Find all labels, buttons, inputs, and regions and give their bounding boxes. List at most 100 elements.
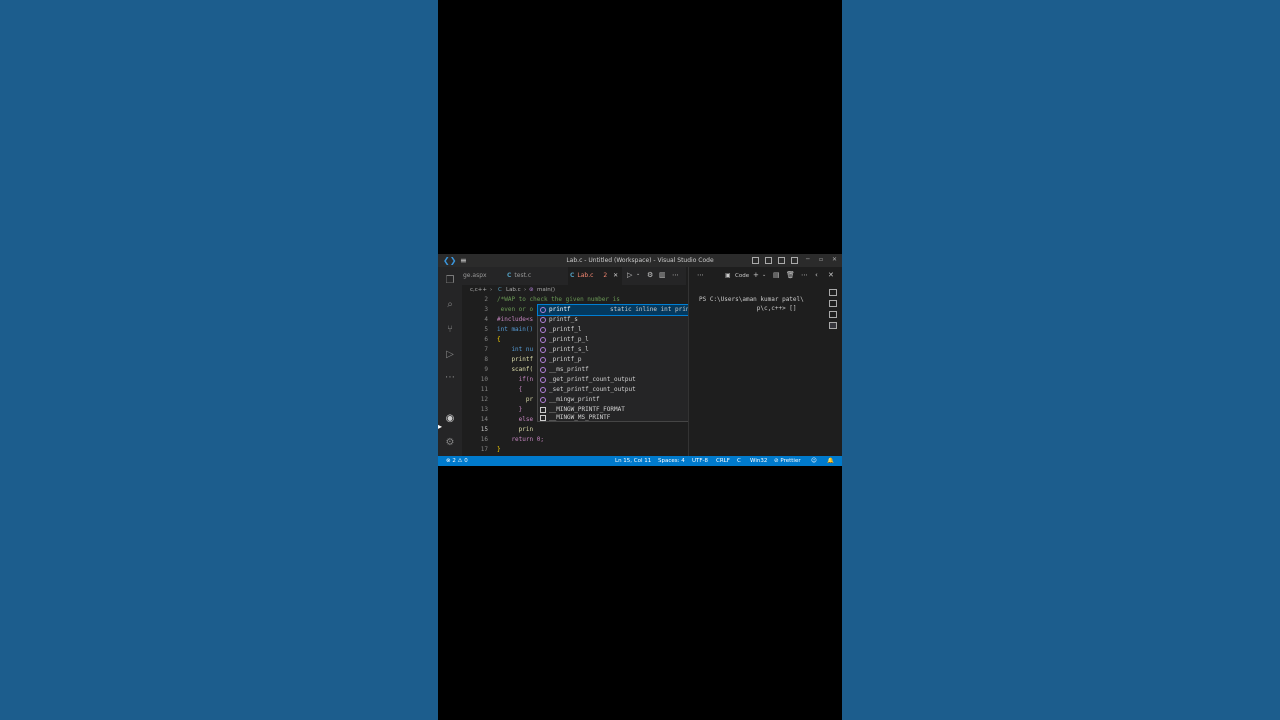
- chevron-down-icon[interactable]: ⌄: [636, 271, 640, 277]
- mouse-cursor-icon: ▸: [438, 422, 443, 431]
- terminal-list: [825, 289, 842, 339]
- breadcrumb-folder[interactable]: c,c++: [470, 285, 487, 295]
- minimize-button[interactable]: ─: [806, 256, 810, 263]
- terminal-panel: ⋯ ▣ Code + ⌄ ▤ 🗑 ⋯ ‹ ✕ PS C:\Users\aman …: [688, 267, 842, 456]
- terminal-icon: ▣: [725, 272, 731, 279]
- terminal-output[interactable]: PS C:\Users\aman kumar patel\ p\c,c++> […: [699, 295, 817, 313]
- function-symbol-icon: [540, 377, 546, 383]
- encoding-status[interactable]: UTF-8: [692, 456, 708, 466]
- tab-lab-c[interactable]: C Lab.c 2 ✕: [568, 267, 622, 285]
- terminal-instance-icon[interactable]: [829, 300, 837, 307]
- title-bar: ❮❯ ≡ Lab.c - Untitled (Workspace) - Visu…: [438, 254, 842, 267]
- toggle-sidebar-icon[interactable]: [752, 257, 759, 264]
- line-number: 15: [480, 426, 488, 433]
- background-right: [842, 0, 1280, 720]
- function-symbol-icon: [540, 337, 546, 343]
- split-terminal-icon[interactable]: ▤: [773, 271, 780, 279]
- more-icon[interactable]: ⋯: [697, 271, 704, 279]
- line-number: 2: [484, 296, 488, 303]
- code-line: scanf(: [497, 366, 534, 373]
- run-debug-icon[interactable]: ▷: [444, 349, 456, 361]
- vscode-window: ❮❯ ≡ Lab.c - Untitled (Workspace) - Visu…: [438, 254, 842, 466]
- settings-gear-icon[interactable]: ⚙: [444, 437, 456, 449]
- more-actions-icon[interactable]: ⋯: [801, 271, 808, 279]
- keyword-icon: [540, 415, 546, 421]
- toggle-secondary-sidebar-icon[interactable]: [778, 257, 785, 264]
- tab-label: test.c: [514, 272, 532, 279]
- line-number: 11: [480, 386, 488, 393]
- toggle-panel-icon[interactable]: [765, 257, 772, 264]
- notifications-bell-icon[interactable]: 🔔: [827, 456, 834, 466]
- tab-test-c[interactable]: Ctest.c: [506, 267, 567, 285]
- chevron-left-icon[interactable]: ‹: [815, 271, 818, 279]
- search-icon[interactable]: ⌕: [444, 299, 456, 311]
- code-line: prin: [497, 426, 534, 433]
- maximize-button[interactable]: ▫: [819, 256, 823, 263]
- tab-ge-aspx[interactable]: ge.aspx: [462, 267, 505, 285]
- chevron-down-icon[interactable]: ⌄: [762, 272, 766, 278]
- line-number: 9: [484, 366, 488, 373]
- function-symbol-icon: [540, 307, 546, 313]
- code-line: {: [497, 386, 523, 393]
- run-icon[interactable]: ▷: [627, 271, 632, 279]
- breadcrumb-symbol[interactable]: main(): [537, 285, 555, 295]
- line-number: 6: [484, 336, 488, 343]
- function-symbol-icon: [540, 327, 546, 333]
- code-line: int main(): [497, 326, 534, 333]
- status-bar: ⊗ 2 ⚠ 0 Ln 15, Col 11 Spaces: 4 UTF-8 CR…: [438, 456, 842, 466]
- function-symbol-icon: [540, 367, 546, 373]
- code-line: if(n: [497, 376, 534, 383]
- editor-tabs: ge.aspx Ctest.c C Lab.c 2 ✕ ▷ ⌄ ⚙ ▥ ⋯: [462, 267, 686, 285]
- terminal-instance-icon[interactable]: [829, 289, 837, 296]
- customize-layout-icon[interactable]: [791, 257, 798, 264]
- function-symbol-icon: [540, 357, 546, 363]
- breadcrumb: c,c++ › C Lab.c › ⊛ main(): [462, 285, 686, 295]
- line-number: 3: [484, 306, 488, 313]
- code-line: else: [497, 416, 534, 423]
- language-mode[interactable]: C: [737, 456, 741, 466]
- code-line: return 0;: [497, 436, 544, 443]
- line-number: 4: [484, 316, 488, 323]
- eol-status[interactable]: CRLF: [716, 456, 730, 466]
- c-file-icon: C: [507, 272, 512, 279]
- code-line: pr: [497, 396, 534, 403]
- code-line: {: [497, 336, 501, 343]
- account-icon[interactable]: ◉: [444, 413, 456, 425]
- split-editor-icon[interactable]: ▥: [659, 271, 666, 279]
- settings-gear-icon[interactable]: ⚙: [647, 271, 653, 279]
- chevron-right-icon: ›: [524, 287, 527, 293]
- close-tab-icon[interactable]: ✕: [613, 272, 618, 279]
- line-number: 7: [484, 346, 488, 353]
- close-panel-icon[interactable]: ✕: [828, 271, 834, 279]
- line-number: 17: [480, 446, 488, 453]
- tab-label: ge.aspx: [463, 272, 487, 279]
- platform-status[interactable]: Win32: [750, 456, 767, 466]
- function-symbol-icon: [540, 387, 546, 393]
- background-left: [0, 0, 438, 720]
- add-terminal-icon[interactable]: +: [753, 271, 759, 279]
- terminal-name[interactable]: Code: [735, 273, 749, 279]
- explorer-icon[interactable]: ❐: [444, 275, 456, 287]
- source-control-icon[interactable]: ⑂: [444, 324, 456, 336]
- code-line: even or o: [497, 306, 534, 313]
- accounts-icon[interactable]: ☺: [811, 456, 817, 466]
- problem-count-badge: 2: [603, 272, 608, 279]
- indentation-status[interactable]: Spaces: 4: [658, 456, 685, 466]
- more-actions-icon[interactable]: ⋯: [672, 271, 679, 279]
- prettier-status[interactable]: ⊘ Prettier: [774, 456, 801, 466]
- terminal-instance-icon[interactable]: [829, 322, 837, 329]
- code-line: }: [497, 446, 501, 453]
- problems-status[interactable]: ⊗ 2 ⚠ 0: [446, 456, 468, 466]
- code-line: printf: [497, 356, 534, 363]
- terminal-instance-icon[interactable]: [829, 311, 837, 318]
- cursor-position[interactable]: Ln 15, Col 11: [615, 456, 651, 466]
- more-icon[interactable]: ⋯: [444, 372, 456, 384]
- trash-icon[interactable]: 🗑: [786, 271, 795, 279]
- close-window-button[interactable]: ✕: [832, 256, 837, 263]
- chevron-right-icon: ›: [490, 287, 493, 293]
- code-line: #include<s: [497, 316, 534, 323]
- line-number: 14: [480, 416, 488, 423]
- tab-label: Lab.c: [577, 272, 594, 279]
- function-symbol-icon: [540, 347, 546, 353]
- breadcrumb-file[interactable]: Lab.c: [506, 285, 521, 295]
